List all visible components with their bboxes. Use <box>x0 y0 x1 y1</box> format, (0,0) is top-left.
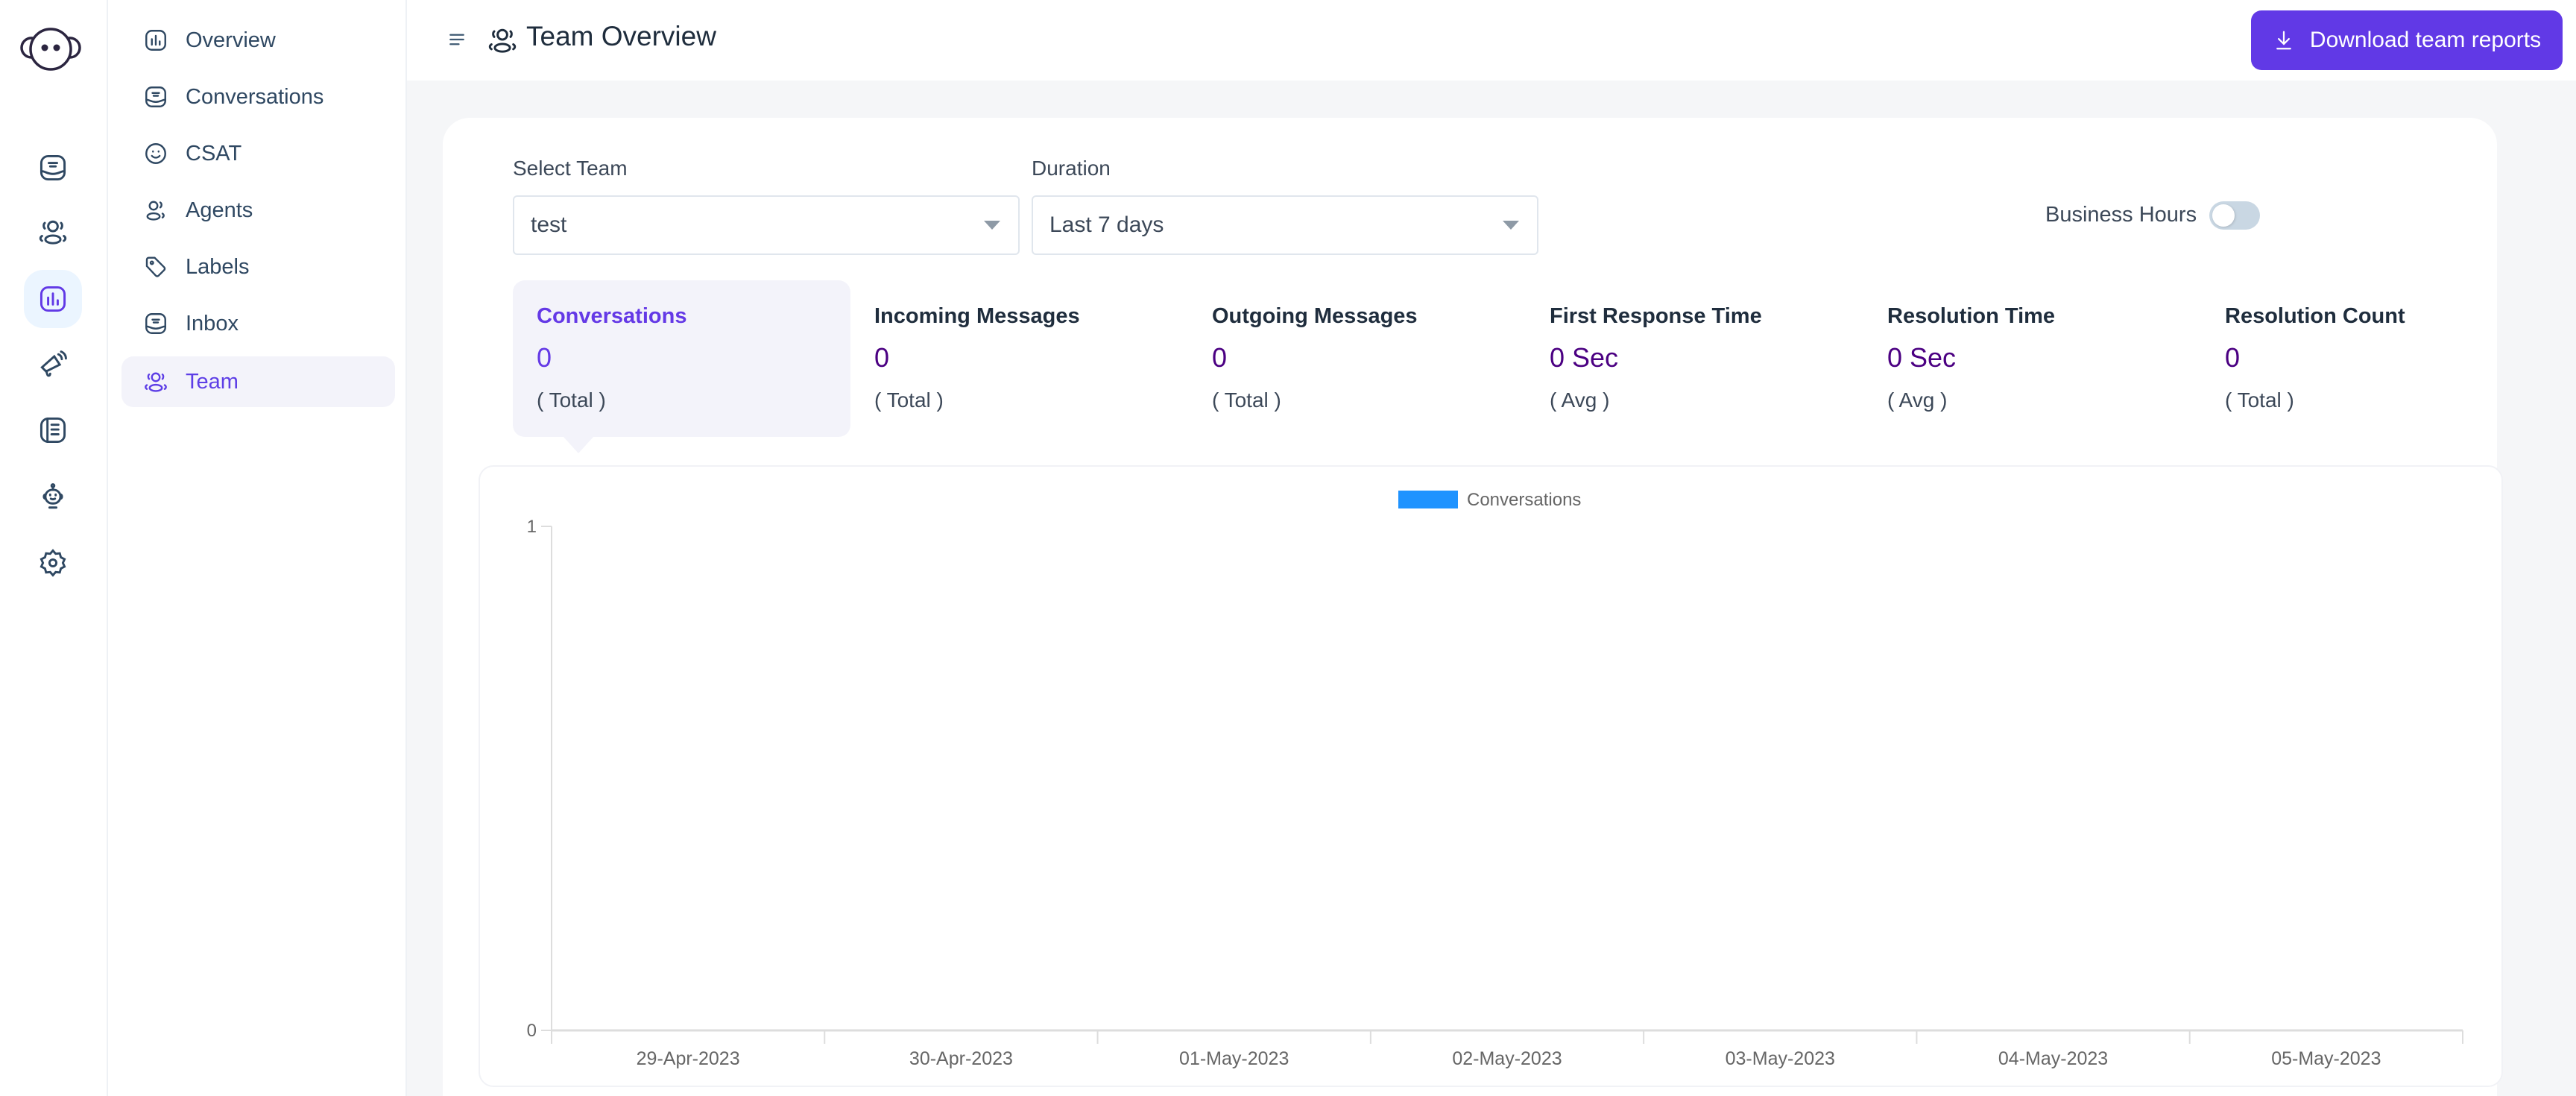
select-team-label: Select Team <box>513 157 628 180</box>
chart-icon <box>145 30 166 51</box>
x-tick-label: 02-May-2023 <box>1452 1048 1562 1069</box>
metric-unit: ( Total ) <box>1212 388 1281 412</box>
download-button-label: Download team reports <box>2309 28 2542 52</box>
team-select-value: test <box>531 212 567 237</box>
page-header: Team Overview Download team reports <box>407 0 2576 81</box>
metric-title: Incoming Messages <box>874 304 1080 328</box>
metric-first-response-time[interactable]: First Response Time 0 Sec ( Avg ) <box>1526 280 1863 437</box>
rail-settings-button[interactable] <box>24 534 82 592</box>
sidebar-item-label: Team <box>186 369 239 394</box>
duration-select-value: Last 7 days <box>1049 212 1164 237</box>
metric-unit: ( Avg ) <box>1550 388 1610 412</box>
inbox-icon <box>145 313 166 334</box>
sidebar-item-labels[interactable]: Labels <box>121 242 395 292</box>
sidebar-item-team[interactable]: Team <box>121 356 395 407</box>
metric-title: Resolution Time <box>1887 304 2056 328</box>
x-tick-label: 29-Apr-2023 <box>637 1048 740 1069</box>
metric-title: Conversations <box>537 304 687 328</box>
y-tick-label: 1 <box>527 517 537 537</box>
page-title: Team Overview <box>526 21 716 51</box>
y-tick-label: 0 <box>527 1021 537 1041</box>
megaphone-icon <box>40 350 67 377</box>
inbox-icon <box>40 154 66 181</box>
sidebar-item-conversations[interactable]: Conversations <box>121 72 395 122</box>
metric-outgoing-messages[interactable]: Outgoing Messages 0 ( Total ) <box>1188 280 1526 437</box>
metric-value: 0 <box>537 342 552 373</box>
legend-swatch <box>1398 491 1458 508</box>
x-tick-label: 01-May-2023 <box>1179 1048 1289 1069</box>
toggle-knob <box>2212 204 2235 227</box>
business-hours-toggle[interactable] <box>2209 201 2260 230</box>
metric-value: 0 <box>2225 342 2241 373</box>
people-icon <box>146 201 165 221</box>
metric-title: Resolution Count <box>2225 304 2405 328</box>
bot-icon <box>42 483 63 509</box>
rail-bots-button[interactable] <box>24 468 82 526</box>
team-select[interactable]: test <box>513 195 1020 255</box>
metric-unit: ( Avg ) <box>1887 388 1948 412</box>
chart-canvas: Conversations 0 1 29-Apr-2023 30-Apr-2023 01-… <box>527 490 2463 1069</box>
metric-title: Outgoing Messages <box>1212 304 1418 328</box>
metric-unit: ( Total ) <box>537 388 606 412</box>
sidebar-item-label: Agents <box>186 198 253 222</box>
rail-contacts-button[interactable] <box>24 203 82 261</box>
chatwoot-logo-icon[interactable] <box>19 22 82 75</box>
business-hours-label: Business Hours <box>2045 203 2197 227</box>
main-content: Team Overview Download team reports Sele… <box>407 0 2576 1096</box>
metric-value: 0 Sec <box>1550 342 1619 373</box>
sidebar-item-overview[interactable]: Overview <box>121 15 395 66</box>
chevron-down-icon <box>1503 221 1519 230</box>
metric-unit: ( Total ) <box>2225 388 2294 412</box>
download-team-reports-button[interactable]: Download team reports <box>2251 10 2563 70</box>
sidebar-item-inbox[interactable]: Inbox <box>121 298 395 349</box>
x-tick-label: 05-May-2023 <box>2271 1048 2381 1069</box>
rail-campaigns-button[interactable] <box>24 336 82 394</box>
primary-nav-rail <box>0 0 108 1096</box>
report-card: Select Team test Duration Last 7 days Bu… <box>443 118 2503 1096</box>
hamburger-menu-icon[interactable] <box>446 28 468 51</box>
rail-conversations-button[interactable] <box>24 139 82 197</box>
metric-value: 0 <box>874 342 890 373</box>
sidebar-item-label: CSAT <box>186 141 242 166</box>
sidebar-item-label: Conversations <box>186 84 324 109</box>
sidebar-item-label: Labels <box>186 254 250 279</box>
conversations-chart: Conversations 0 1 29-Apr-2023 30-Apr-2023 01-… <box>479 465 2503 1087</box>
rail-help-center-button[interactable] <box>24 401 82 459</box>
metric-value: 0 <box>1212 342 1228 373</box>
metric-value: 0 Sec <box>1887 342 1957 373</box>
library-book-icon <box>40 417 66 444</box>
sidebar-item-agents[interactable]: Agents <box>121 185 395 236</box>
chevron-down-icon <box>984 221 1000 230</box>
tag-icon <box>145 256 166 277</box>
duration-select[interactable]: Last 7 days <box>1032 195 1538 255</box>
chat-icon <box>145 86 166 107</box>
download-icon <box>2276 31 2291 50</box>
team-icon <box>488 28 517 53</box>
gear-icon <box>40 549 66 577</box>
sidebar-item-label: Overview <box>186 28 276 52</box>
contacts-icon <box>39 220 67 245</box>
legend-label: Conversations <box>1467 490 1581 510</box>
metric-title: First Response Time <box>1550 304 1762 328</box>
metric-unit: ( Total ) <box>874 388 944 412</box>
x-tick-label: 04-May-2023 <box>1998 1048 2108 1069</box>
sidebar-item-label: Inbox <box>186 311 239 336</box>
reports-chart-icon <box>40 286 66 312</box>
x-tick-label: 03-May-2023 <box>1726 1048 1835 1069</box>
metric-conversations[interactable]: Conversations 0 ( Total ) <box>513 280 850 453</box>
smiley-icon <box>145 143 166 164</box>
metric-resolution-count[interactable]: Resolution Count 0 ( Total ) <box>2201 280 2539 437</box>
metric-incoming-messages[interactable]: Incoming Messages 0 ( Total ) <box>850 280 1188 437</box>
rail-reports-button[interactable] <box>24 270 82 328</box>
x-tick-label: 30-Apr-2023 <box>909 1048 1013 1069</box>
metric-resolution-time[interactable]: Resolution Time 0 Sec ( Avg ) <box>1863 280 2201 437</box>
duration-label: Duration <box>1032 157 1111 180</box>
sidebar-item-csat[interactable]: CSAT <box>121 128 395 179</box>
reports-sidebar: Overview Conversations CSAT Agents Label… <box>108 0 407 1096</box>
team-icon <box>145 372 167 392</box>
